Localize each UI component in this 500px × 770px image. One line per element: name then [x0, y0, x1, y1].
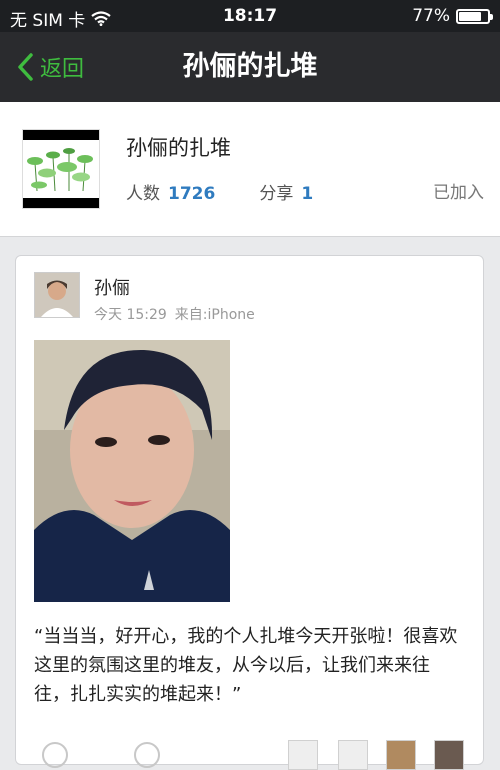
- share-count: 1: [301, 184, 314, 204]
- group-name: 孙俪的扎堆: [126, 136, 231, 160]
- share-stat[interactable]: 分享 1: [259, 179, 313, 204]
- post-actions: [16, 736, 483, 770]
- group-stats: 人数 1726 分享 1: [126, 179, 313, 204]
- page-title: 孙俪的扎堆: [182, 51, 318, 82]
- share-label: 分享: [259, 184, 294, 204]
- battery-icon: [456, 8, 493, 24]
- nav-bar: 返回 孙俪的扎堆: [0, 32, 500, 102]
- status-bar: 无 SIM 卡 18:17 77%: [0, 0, 500, 32]
- liker-avatar[interactable]: [434, 740, 464, 770]
- joined-status[interactable]: 已加入: [433, 178, 484, 203]
- liker-avatar[interactable]: [288, 740, 318, 770]
- post-time: 今天 15:29: [94, 307, 167, 323]
- post-source: 来自:iPhone: [174, 307, 255, 323]
- battery-group: 77%: [412, 6, 493, 26]
- post-photo[interactable]: [34, 340, 230, 602]
- battery-percent: 77%: [412, 6, 450, 26]
- selfie-image: [34, 340, 230, 602]
- author-name[interactable]: 孙俪: [94, 274, 130, 300]
- members-count: 1726: [168, 184, 216, 204]
- group-cover-image[interactable]: [22, 129, 100, 209]
- liker-avatar[interactable]: [386, 740, 416, 770]
- lotus-illustration: [27, 148, 93, 192]
- group-header: 孙俪的扎堆 人数 1726 分享 1 已加入: [0, 102, 500, 237]
- members-label: 人数: [126, 184, 160, 204]
- like-button[interactable]: [42, 742, 68, 768]
- post-card: 孙俪 今天 15:29 来自:iPhone “当当当，好开心，我的个人扎堆今天开…: [15, 255, 484, 770]
- author-avatar[interactable]: [34, 272, 80, 318]
- post-text: “当当当，好开心，我的个人扎堆今天开张啦！很喜欢这里的氛围这里的堆友，从今以后，…: [34, 626, 458, 705]
- members-stat[interactable]: 人数 1726: [126, 179, 215, 204]
- comment-button[interactable]: [134, 742, 160, 768]
- post-meta: 今天 15:29 来自:iPhone: [94, 304, 255, 324]
- liker-avatar[interactable]: [338, 740, 368, 770]
- avatar-image: [35, 273, 79, 317]
